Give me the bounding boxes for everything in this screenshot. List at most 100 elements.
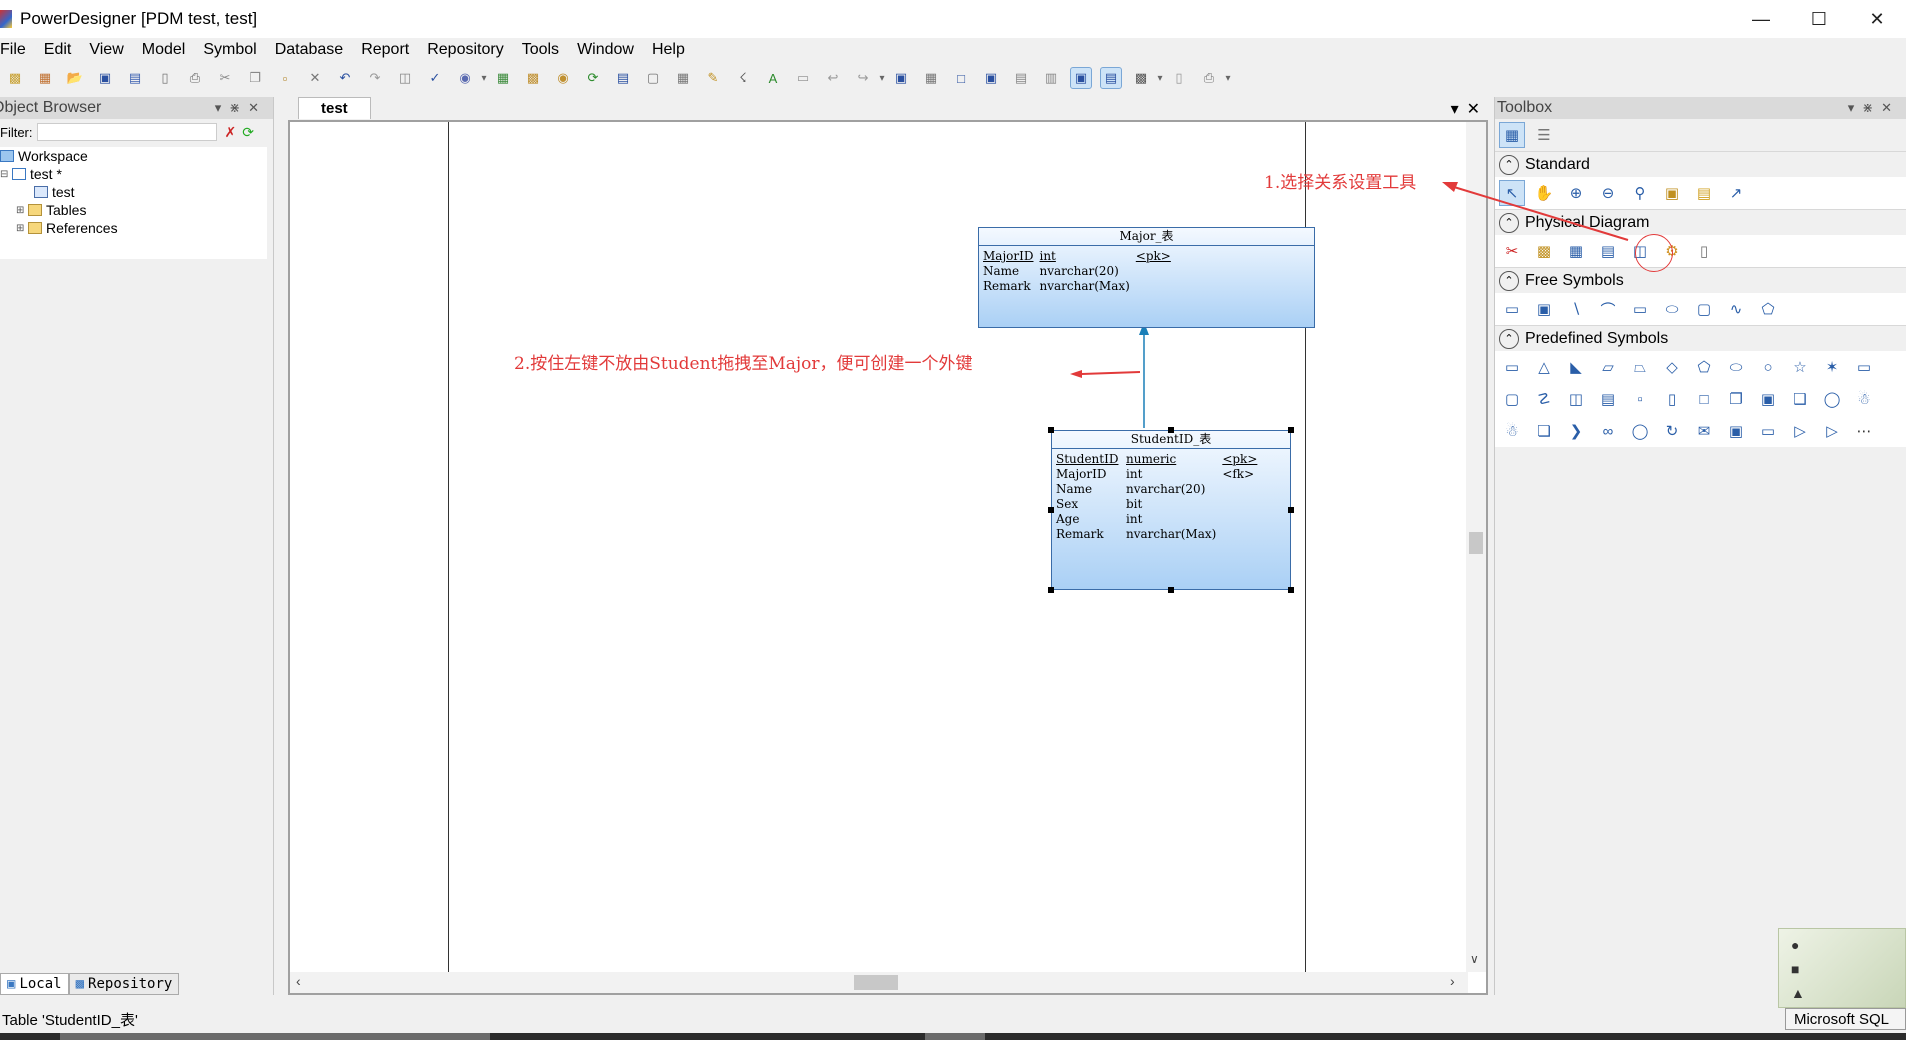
star-icon[interactable]: ☆ [1787,354,1813,380]
toolbar-overflow-icon-3[interactable]: ▾ [1156,67,1164,89]
paste-icon[interactable]: ▫ [274,67,296,89]
menu-edit[interactable]: Edit [35,41,81,59]
parallelogram-icon[interactable]: ▱ [1595,354,1621,380]
entity-student[interactable]: StudentID_表 StudentID numeric <pk> Major… [1051,430,1291,590]
pentagon-icon[interactable]: ⬠ [1691,354,1717,380]
layout-icon[interactable]: ▦ [920,67,942,89]
selection-handle[interactable] [1168,427,1174,433]
view-icon-2[interactable]: ▣ [980,67,1002,89]
window-icon[interactable]: ▤ [1595,386,1621,412]
collapse-chevron-icon[interactable]: ⌃ [1499,328,1519,349]
comment-view-icon[interactable]: ▤ [1100,67,1122,89]
file-tool-icon[interactable]: ▯ [1691,238,1717,264]
collapse-chevron-icon[interactable]: ⌃ [1499,154,1519,175]
chevron-shape-icon[interactable]: ❯ [1563,418,1589,444]
properties-icon[interactable]: ▤ [1691,180,1717,206]
shield-icon[interactable]: ☡ [1531,386,1557,412]
entity-major[interactable]: Major_表 MajorID int <pk> Name nvarchar(2… [978,227,1315,328]
tree-item-references[interactable]: ⊞ References [0,219,267,237]
ime-icon[interactable]: ▲ [1791,985,1805,1001]
document-controls[interactable]: ▾✕ [1451,99,1488,119]
panel-controls[interactable]: ▾⋇✕ [215,100,267,116]
screen-icon[interactable]: ▣ [1723,418,1749,444]
toolbar-overflow-icon-4[interactable]: ▾ [1224,67,1232,89]
forward-icon[interactable]: ↪ [852,67,874,89]
vertical-scroll-thumb[interactable] [1469,532,1483,554]
menu-file[interactable]: File [0,41,35,59]
filter-input[interactable] [36,123,217,141]
vertical-scrollbar[interactable]: ∨ [1466,122,1486,972]
collapse-icon[interactable]: ⊟ [0,169,10,180]
star6-icon[interactable]: ✶ [1819,354,1845,380]
check-model-icon[interactable]: ✓ [424,67,446,89]
triangle-icon[interactable]: △ [1531,354,1557,380]
selection-handle[interactable] [1288,507,1294,513]
format-icon[interactable]: ☇ [732,67,754,89]
save-all-icon[interactable]: ▤ [124,67,146,89]
clear-filter-icon[interactable]: ✗ [225,124,237,141]
menu-window[interactable]: Window [568,41,643,59]
rounded-rectangle-icon[interactable]: ▢ [1691,296,1717,322]
tab-local[interactable]: ▣ Local [0,973,69,995]
fit-icon[interactable]: ▣ [890,67,912,89]
multi-doc-icon[interactable]: ❐ [1723,386,1749,412]
print-preview-icon[interactable]: ▯ [154,67,176,89]
list-view-icon[interactable]: ☰ [1531,122,1557,148]
open-icon[interactable]: 📂 [64,67,86,89]
flat-box-icon[interactable]: ▭ [1851,354,1877,380]
person-icon[interactable]: ☃ [1499,418,1525,444]
print-icon-2[interactable]: ⎙ [1198,67,1220,89]
view-icon-4[interactable]: ▥ [1040,67,1062,89]
view-icon-1[interactable]: □ [950,67,972,89]
hexagon-icon[interactable]: ⬭ [1723,354,1749,380]
tree-item-workspace[interactable]: Workspace [0,147,267,165]
font-icon[interactable]: A [762,67,784,89]
actor-icon[interactable]: ☃ [1851,386,1877,412]
link-icon[interactable]: ↗ [1723,180,1749,206]
collapse-chevron-icon[interactable]: ⌃ [1499,270,1519,291]
display-icon[interactable]: ▩ [1130,67,1152,89]
menu-report[interactable]: Report [352,41,418,59]
back-icon[interactable]: ↩ [822,67,844,89]
selection-handle[interactable] [1048,427,1054,433]
diamond-icon[interactable]: ◇ [1659,354,1685,380]
view-icon-3[interactable]: ▤ [1010,67,1032,89]
large-icons-view-icon[interactable]: ▦ [1499,122,1525,148]
selection-handle[interactable] [1288,587,1294,593]
menu-symbol[interactable]: Symbol [194,41,265,59]
box-icon[interactable]: ▢ [1499,386,1525,412]
expand-icon[interactable]: ⊞ [16,205,26,216]
report-icon[interactable]: ▤ [612,67,634,89]
toolbar-overflow-icon[interactable]: ▾ [480,67,488,89]
horizontal-scroll-thumb[interactable] [854,975,898,990]
circle-icon[interactable]: ○ [1755,354,1781,380]
section-free-symbols[interactable]: ⌃ Free Symbols [1495,267,1906,293]
model-icon[interactable]: ▦ [492,67,514,89]
close-button[interactable]: ✕ [1848,0,1906,38]
package-icon[interactable]: ▩ [522,67,544,89]
menu-database[interactable]: Database [266,41,353,59]
text-icon[interactable]: ▣ [1531,296,1557,322]
tape-icon[interactable]: ▭ [1755,418,1781,444]
zoom-view-icon[interactable]: ▣ [1070,67,1092,89]
menu-repository[interactable]: Repository [418,41,512,59]
copy-icon[interactable]: ❐ [244,67,266,89]
undo-icon[interactable]: ↶ [334,67,356,89]
tree-item-tables[interactable]: ⊞ Tables [0,201,267,219]
menu-model[interactable]: Model [133,41,195,59]
open-package-icon[interactable]: ▣ [1659,180,1685,206]
callout-icon[interactable]: □ [1691,386,1717,412]
polyline-icon[interactable]: ∿ [1723,296,1749,322]
ellipse-icon[interactable]: ⬭ [1659,296,1685,322]
properties-icon[interactable]: ◫ [394,67,416,89]
polygon-icon[interactable]: ⬠ [1755,296,1781,322]
section-predefined-symbols[interactable]: ⌃ Predefined Symbols [1495,325,1906,351]
bubble-icon[interactable]: ◯ [1627,418,1653,444]
right-triangle-icon[interactable]: ◣ [1563,354,1589,380]
panel-controls[interactable]: ▾⋇✕ [1848,100,1900,116]
selection-handle[interactable] [1048,587,1054,593]
diagram-canvas[interactable]: Major_表 MajorID int <pk> Name nvarchar(2… [290,122,1468,972]
menu-help[interactable]: Help [643,41,694,59]
delete-icon[interactable]: ✕ [304,67,326,89]
tab-repository[interactable]: ▩ Repository [68,973,180,995]
